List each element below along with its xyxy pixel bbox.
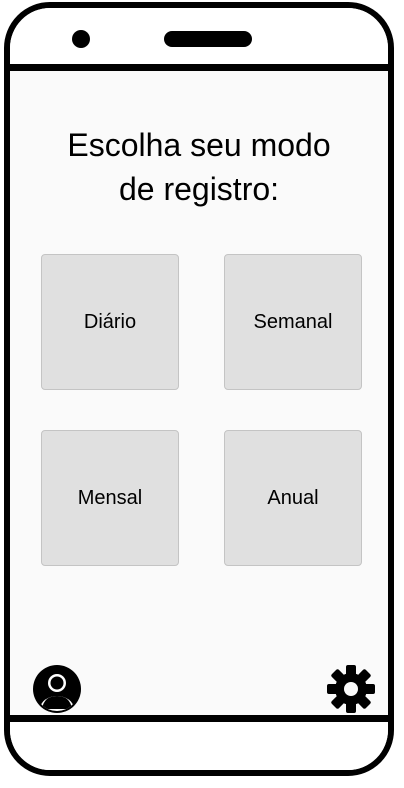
mode-button-label: Mensal: [77, 486, 143, 509]
page-title-line-1: Escolha seu modo: [67, 127, 331, 163]
speaker-grille: [164, 31, 252, 47]
mode-button-mensal[interactable]: Mensal: [41, 430, 179, 566]
gear-icon[interactable]: [326, 664, 376, 714]
user-avatar-icon[interactable]: [32, 664, 82, 714]
mode-button-label: Anual: [267, 486, 319, 509]
mode-button-diario[interactable]: Diário: [41, 254, 179, 390]
mode-button-label: Semanal: [253, 310, 333, 333]
page-title: Escolha seu modo de registro:: [10, 123, 388, 211]
phone-frame: Escolha seu modo de registro: Diário Sem…: [4, 2, 394, 776]
phone-screen: Escolha seu modo de registro: Diário Sem…: [10, 64, 388, 722]
mode-button-semanal[interactable]: Semanal: [224, 254, 362, 390]
mode-button-anual[interactable]: Anual: [224, 430, 362, 566]
bottom-bezel: [10, 722, 388, 770]
camera-icon: [72, 30, 90, 48]
page-title-line-2: de registro:: [118, 171, 280, 207]
mode-button-label: Diário: [83, 310, 137, 333]
top-bezel: [10, 8, 388, 64]
